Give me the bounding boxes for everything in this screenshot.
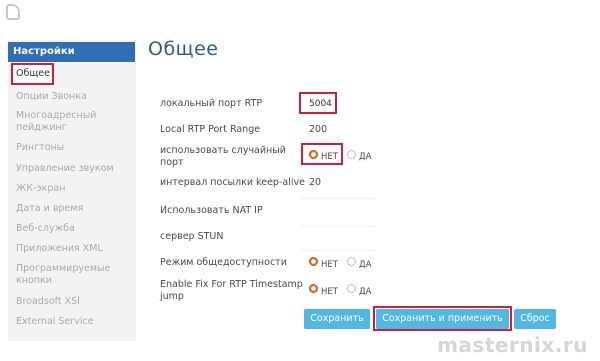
- watermark-text: masternix.ru: [437, 333, 588, 357]
- rtp-timestamp-fix-no-label: НЕТ: [321, 287, 338, 297]
- public-mode-label: Режим общедоступности: [160, 257, 287, 268]
- nat-ip-label: Использовать NAT IP: [160, 205, 263, 216]
- sidebar-item-call-options[interactable]: Опции Звонка: [16, 91, 128, 103]
- local-rtp-port-value: 5004: [309, 99, 332, 109]
- app-logo-icon: [6, 4, 20, 20]
- public-mode-yes-radio[interactable]: [347, 257, 356, 266]
- sidebar-item-xml-apps[interactable]: Приложения XML: [16, 243, 128, 255]
- random-port-no-radio[interactable]: [309, 150, 318, 159]
- stun-server-label: сервер STUN: [160, 231, 224, 242]
- sidebar-item-ringtones[interactable]: Рингтоны: [16, 142, 128, 154]
- stun-server-input[interactable]: [300, 250, 375, 251]
- save-button[interactable]: Сохранить: [304, 309, 370, 329]
- local-rtp-port-input[interactable]: 5004: [299, 92, 337, 114]
- sidebar-header[interactable]: Настройки: [8, 42, 135, 62]
- sidebar-item-web-service[interactable]: Веб-служба: [16, 223, 128, 235]
- nat-ip-input[interactable]: [300, 226, 375, 227]
- sidebar-item-broadsoft-xsi[interactable]: Broadsoft XSI: [16, 296, 128, 308]
- sidebar-item-sound-control[interactable]: Управление звуком: [16, 163, 128, 175]
- public-mode-no-radio[interactable]: [309, 257, 318, 266]
- random-port-no-label: НЕТ: [321, 152, 338, 162]
- keepalive-interval-label: интервал посылки keep-alive: [160, 177, 305, 188]
- sidebar-item-general[interactable]: Общее: [11, 63, 54, 85]
- sidebar-item-multicast-paging[interactable]: Многоадресный пейджинг: [16, 110, 128, 134]
- rtp-port-range-label: Local RTP Port Range: [160, 124, 261, 135]
- sidebar-item-programmable-keys[interactable]: Программируемые кнопки: [16, 263, 128, 287]
- random-port-yes-radio[interactable]: [347, 150, 356, 159]
- divider: [300, 198, 375, 199]
- rtp-port-range-input[interactable]: 200: [309, 124, 327, 135]
- sidebar-item-lcd[interactable]: ЖК-экран: [16, 183, 128, 195]
- rtp-timestamp-fix-label: Enable Fix For RTP Timestamp jump: [160, 279, 303, 302]
- sidebar-item-date-time[interactable]: Дата и время: [16, 203, 128, 215]
- random-port-yes-label: ДА: [359, 152, 372, 162]
- rtp-timestamp-fix-no-radio[interactable]: [309, 284, 318, 293]
- local-rtp-port-label: локальный порт RTP: [160, 98, 263, 109]
- page-title: Общее: [148, 38, 219, 60]
- public-mode-yes-label: ДА: [359, 260, 372, 270]
- keepalive-interval-input[interactable]: 20: [309, 177, 321, 188]
- rtp-timestamp-fix-yes-label: ДА: [359, 287, 372, 297]
- random-port-label: использовать случайный порт: [160, 145, 286, 168]
- sidebar-item-external-service[interactable]: External Service: [16, 316, 128, 328]
- save-apply-button[interactable]: Сохранить и применить: [376, 309, 509, 329]
- rtp-timestamp-fix-yes-radio[interactable]: [347, 284, 356, 293]
- reset-button[interactable]: Сброс: [514, 309, 556, 329]
- public-mode-no-label: НЕТ: [321, 260, 338, 270]
